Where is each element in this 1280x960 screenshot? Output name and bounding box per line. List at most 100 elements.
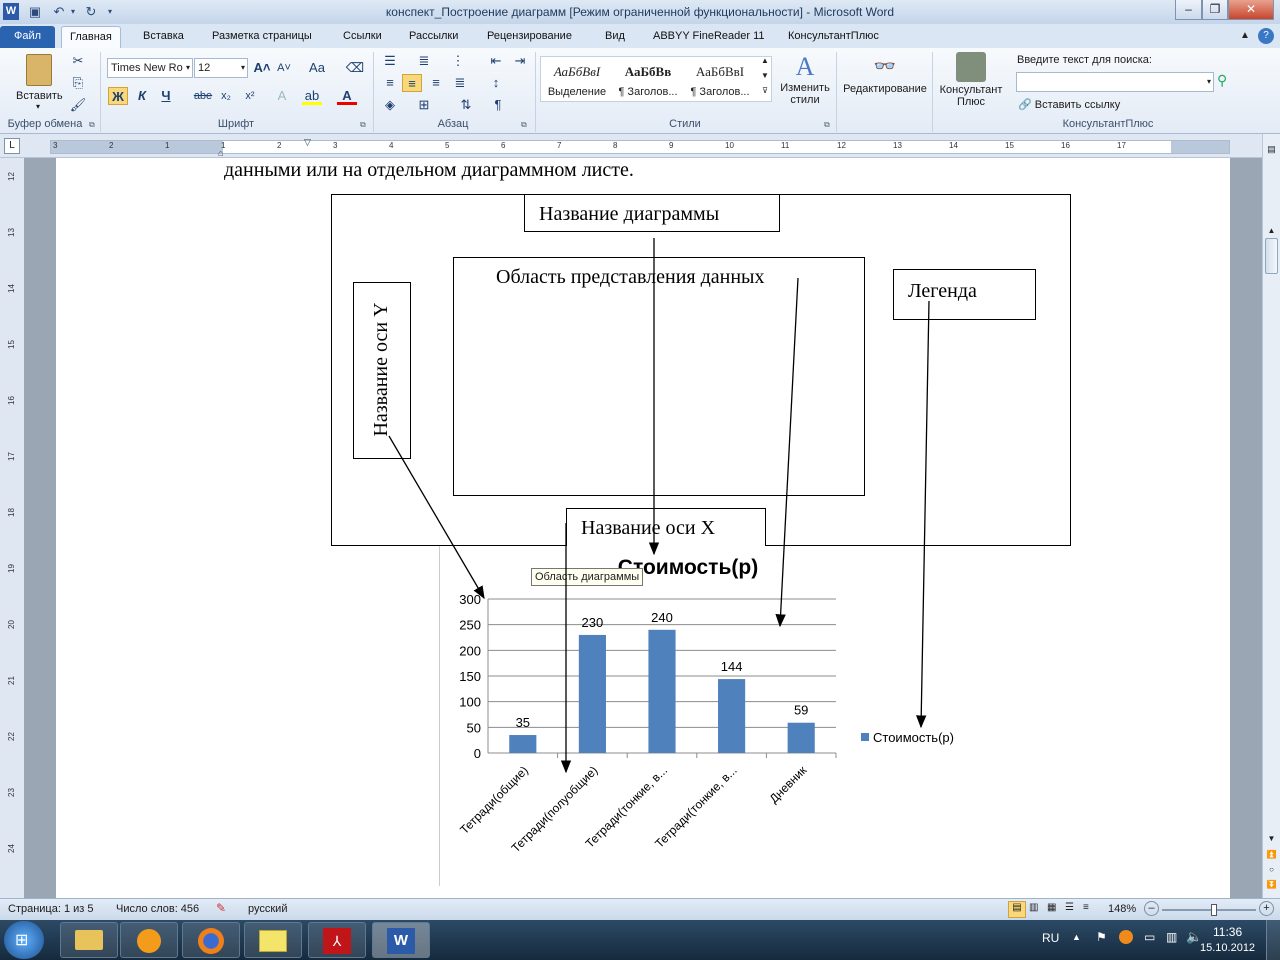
font-name-combo[interactable]: Times New Ro ▾ (107, 58, 193, 78)
full-screen-view-icon[interactable]: ▥ (1029, 902, 1038, 913)
tab-home[interactable]: Главная (61, 26, 121, 48)
line-spacing-icon[interactable]: ↕ (486, 74, 506, 92)
proofing-icon[interactable]: ✎ (216, 901, 226, 915)
document-page[interactable]: данными или на отдельном диаграммном лис… (56, 158, 1230, 898)
clock-time[interactable]: 11:36 (1213, 925, 1242, 939)
bold-button[interactable]: Ж (108, 87, 128, 105)
text-effects-icon[interactable]: A (272, 87, 292, 105)
style-more-icon[interactable]: ⊽ (758, 86, 772, 102)
tab-page-layout[interactable]: Разметка страницы (204, 26, 320, 48)
style-heading-2[interactable]: АаБбВвІ ¶ Заголов... (685, 58, 755, 102)
italic-button[interactable]: К (132, 87, 152, 105)
zoom-slider[interactable] (1162, 904, 1256, 916)
tray-display-icon[interactable]: ▭ (1144, 930, 1155, 944)
subscript-button[interactable]: x₂ (216, 87, 236, 105)
superscript-button[interactable]: x² (240, 87, 260, 105)
restore-button[interactable]: ❐ (1202, 0, 1228, 20)
taskbar-word[interactable]: W (372, 922, 430, 958)
decrease-indent-icon[interactable]: ⇤ (486, 52, 506, 70)
zoom-slider-thumb[interactable] (1211, 904, 1217, 916)
language-indicator[interactable]: русский (248, 903, 287, 915)
clipboard-launcher-icon[interactable]: ⧉ (89, 120, 95, 130)
sort-icon[interactable]: ⇅ (456, 96, 476, 114)
taskbar-notes[interactable] (244, 922, 302, 958)
underline-button[interactable]: Ч (156, 87, 176, 105)
prev-page-icon[interactable]: ⏫ (1264, 850, 1279, 864)
vertical-scrollbar[interactable]: ▤ ▲ ▼ ⏫ ○ ⏬ (1262, 134, 1280, 898)
ruler-toggle-icon[interactable]: ▤ (1264, 144, 1279, 158)
page-indicator[interactable]: Страница: 1 из 5 (8, 903, 94, 915)
web-view-icon[interactable]: ▦ (1047, 902, 1056, 913)
tab-review[interactable]: Рецензирование (479, 26, 580, 48)
tab-view[interactable]: Вид (597, 26, 633, 48)
vertical-ruler[interactable]: 12 13 14 15 16 17 18 19 20 21 22 23 24 (0, 158, 24, 898)
zoom-in-icon[interactable]: + (1259, 901, 1274, 916)
horizontal-ruler[interactable]: 3 2 1 1 2 3 4 5 6 7 8 9 10 11 12 13 14 15 16 17 (50, 140, 1230, 154)
taskbar-firefox[interactable] (182, 922, 240, 958)
taskbar-explorer[interactable] (60, 922, 118, 958)
align-left-icon[interactable]: ≡ (380, 74, 400, 92)
borders-icon[interactable]: ⊞ (414, 96, 434, 114)
tab-selector-icon[interactable]: L (4, 138, 20, 154)
numbering-icon[interactable]: ≣ (414, 52, 434, 70)
tab-insert[interactable]: Вставка (135, 26, 192, 48)
first-line-indent-icon[interactable]: ▽ (304, 137, 311, 148)
outline-view-icon[interactable]: ☰ (1065, 902, 1074, 913)
taskbar-media-player[interactable] (120, 922, 178, 958)
styles-launcher-icon[interactable]: ⧉ (824, 120, 830, 130)
tray-app-icon[interactable] (1119, 930, 1133, 944)
paste-button[interactable]: Вставить ▾ (10, 52, 68, 116)
bullets-icon[interactable]: ☰ (380, 52, 400, 70)
font-size-combo[interactable]: 12 ▾ (194, 58, 248, 78)
tab-mailings[interactable]: Рассылки (401, 26, 466, 48)
strikethrough-button[interactable]: abe (190, 87, 216, 105)
tab-abbyy[interactable]: ABBYY FineReader 11 (645, 26, 773, 48)
consultant-search-input[interactable]: ▾ (1016, 72, 1214, 92)
clock-date[interactable]: 15.10.2012 (1200, 942, 1255, 954)
shading-icon[interactable]: ◈ (380, 96, 400, 114)
input-language[interactable]: RU (1042, 931, 1059, 945)
scroll-thumb[interactable] (1265, 238, 1278, 274)
consultant-button[interactable]: Консультант Плюс (936, 52, 1006, 116)
style-scroll-down-icon[interactable]: ▼ (758, 71, 772, 86)
increase-indent-icon[interactable]: ⇥ (510, 52, 530, 70)
copy-icon[interactable]: ⎘ (68, 74, 88, 92)
search-icon[interactable]: ⚲ (1217, 72, 1227, 89)
show-hidden-icons[interactable]: ▲ (1072, 932, 1081, 942)
help-icon[interactable]: ? (1258, 28, 1274, 44)
format-painter-icon[interactable]: 🖌 (68, 96, 88, 114)
tab-references[interactable]: Ссылки (335, 26, 390, 48)
change-styles-button[interactable]: A Изменить стили (776, 52, 834, 116)
word-count[interactable]: Число слов: 456 (116, 903, 199, 915)
taskbar-acrobat[interactable]: ⅄ (308, 922, 366, 958)
shrink-font-icon[interactable]: A˅ (274, 59, 294, 77)
cut-icon[interactable]: ✂ (68, 52, 88, 70)
change-case-button[interactable]: Аа (303, 59, 331, 77)
highlight-icon[interactable]: ab (302, 87, 322, 105)
show-desktop-button[interactable] (1266, 920, 1280, 960)
insert-link-button[interactable]: 🔗 Вставить ссылку (1018, 98, 1120, 111)
minimize-button[interactable]: – (1175, 0, 1202, 20)
align-center-icon[interactable]: ≡ (402, 74, 422, 92)
font-launcher-icon[interactable]: ⧉ (360, 120, 366, 130)
style-heading-1[interactable]: АаБбВв ¶ Заголов... (613, 58, 683, 102)
tab-file[interactable]: Файл (0, 26, 55, 48)
multilevel-list-icon[interactable]: ⋮ (448, 52, 468, 70)
clear-formatting-icon[interactable]: ⌫ (345, 59, 365, 77)
tray-flag-icon[interactable]: ⚑ (1096, 930, 1107, 944)
tab-consultant[interactable]: КонсультантПлюс (780, 26, 887, 48)
style-emphasis[interactable]: АаБбВвІ Выделение (543, 58, 611, 102)
zoom-out-icon[interactable]: – (1144, 901, 1159, 916)
show-marks-icon[interactable]: ¶ (488, 96, 508, 114)
editing-button[interactable]: 👓 Редактирование (840, 52, 930, 116)
indent-marker-icon[interactable]: ⌂ (218, 148, 223, 158)
next-page-icon[interactable]: ⏬ (1264, 880, 1279, 894)
align-right-icon[interactable]: ≡ (426, 74, 446, 92)
network-icon[interactable]: ▥ (1166, 930, 1177, 944)
justify-icon[interactable]: ≣ (450, 74, 470, 92)
scroll-down-icon[interactable]: ▼ (1264, 834, 1279, 848)
grow-font-icon[interactable]: A˄ (252, 59, 272, 77)
draft-view-icon[interactable]: ≡ (1083, 902, 1089, 913)
close-button[interactable]: ✕ (1228, 0, 1274, 20)
style-scroll-up-icon[interactable]: ▲ (758, 56, 772, 71)
